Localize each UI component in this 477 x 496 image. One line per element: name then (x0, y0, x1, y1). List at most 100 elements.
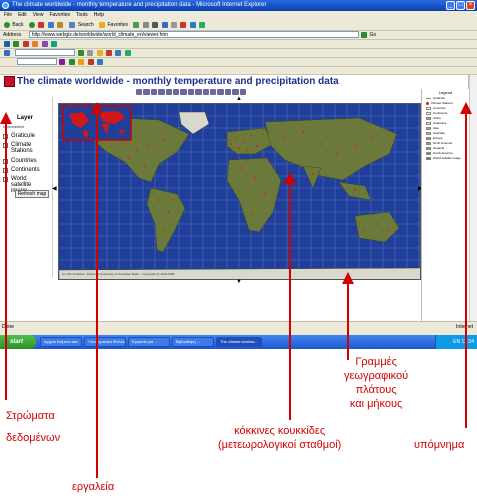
zoom-out-icon[interactable] (143, 89, 150, 95)
yahoo-icon[interactable] (59, 58, 66, 65)
layer-graticule[interactable]: Graticule (3, 133, 35, 139)
overview-map[interactable] (62, 105, 132, 141)
checkbox[interactable] (3, 159, 8, 164)
edit-icon[interactable] (161, 21, 168, 28)
google-search-input[interactable] (15, 49, 76, 57)
menu-help[interactable]: Help (94, 11, 104, 19)
print-map-icon[interactable] (202, 89, 210, 95)
layer-countries[interactable]: Countries (3, 158, 37, 164)
autofill-icon[interactable] (115, 49, 122, 56)
north-america-swatch (426, 141, 431, 145)
pan-south-arrow-icon[interactable]: ▼ (236, 279, 242, 285)
address-input[interactable]: http://www.webgis.de/worldwide/world_cli… (28, 31, 359, 39)
pan-icon[interactable] (150, 89, 158, 95)
bookmarks-icon[interactable] (87, 49, 94, 56)
taskbar-item-active[interactable]: The climate worldw... (216, 337, 262, 347)
history-icon[interactable] (133, 21, 140, 28)
home-icon[interactable] (57, 21, 64, 28)
star-icon[interactable] (99, 21, 106, 28)
forward-arrow-icon[interactable] (28, 21, 35, 28)
toolbar-games2-icon[interactable] (87, 58, 94, 65)
popup-blocker-icon[interactable] (96, 49, 103, 56)
refresh-icon[interactable] (47, 21, 54, 28)
addon-icon[interactable] (180, 21, 187, 28)
google-go-icon[interactable] (77, 49, 84, 56)
clear-icon[interactable] (195, 89, 202, 95)
satellite-swatch (426, 156, 431, 160)
taskbar-item[interactable]: Υπολογιστικά Φύλλα (84, 337, 126, 347)
full-extent-icon[interactable] (158, 89, 165, 95)
toolbar-search-icon[interactable] (13, 40, 20, 47)
toolbar-news-icon[interactable] (22, 40, 29, 47)
query-icon[interactable] (187, 89, 195, 95)
chart-icon[interactable] (239, 89, 247, 95)
taskbar-item[interactable]: Βιβλιοθήκη ... (172, 337, 214, 347)
go-button[interactable]: Go (370, 32, 377, 38)
taskbar-item[interactable]: Εργασία για ... (128, 337, 170, 347)
menu-edit[interactable]: Edit (18, 11, 27, 19)
menu-view[interactable]: View (33, 11, 44, 19)
layer-continents[interactable]: Continents (3, 167, 40, 173)
messenger-icon[interactable] (189, 21, 196, 28)
toolbar-map-icon[interactable] (68, 58, 75, 65)
close-button[interactable]: × (466, 1, 475, 10)
search-icon[interactable] (69, 21, 76, 28)
print-icon[interactable] (152, 21, 159, 28)
taskbar-item[interactable]: Αρχείο Κείμενο.doc (40, 337, 82, 347)
identify-icon[interactable] (165, 89, 173, 95)
toolbar-games-icon[interactable] (41, 40, 48, 47)
legend-item: Australia (426, 131, 469, 135)
layer-panel: Layer vectoractive Graticule Climate Sta… (1, 97, 53, 277)
window-controls: _ □ × (446, 1, 475, 10)
layer-label: Countries (11, 158, 37, 164)
stop-icon[interactable] (38, 21, 45, 28)
select-icon[interactable] (180, 89, 187, 95)
checkbox[interactable] (3, 134, 8, 139)
toolbar-weather-icon[interactable] (32, 40, 39, 47)
vertical-scrollbar[interactable] (469, 75, 477, 321)
world-map[interactable] (58, 103, 421, 280)
zoom-in-icon[interactable] (136, 89, 143, 95)
maximize-button[interactable]: □ (456, 1, 465, 10)
research-icon[interactable] (199, 21, 206, 28)
legend-title: Legend (438, 90, 453, 95)
menu-tools[interactable]: Tools (76, 11, 88, 19)
minimize-button[interactable]: _ (446, 1, 455, 10)
overview-icon[interactable] (217, 89, 224, 95)
mail-icon[interactable] (142, 21, 149, 28)
back-arrow-icon[interactable] (4, 21, 10, 28)
yahoo-search-input[interactable] (17, 58, 57, 66)
back-button[interactable]: Back (12, 22, 23, 28)
favorites-button[interactable]: Favorites (107, 22, 128, 28)
window-title-bar: The climate worldwide - monthly temperat… (0, 0, 477, 11)
hyperlink-icon[interactable] (232, 89, 239, 95)
check-icon[interactable] (105, 49, 112, 56)
layer-climate-stations[interactable]: Climate Stations (3, 142, 47, 154)
toolbar-answers-icon[interactable] (96, 58, 103, 65)
menu-file[interactable]: File (4, 11, 12, 19)
buffer-icon[interactable] (224, 89, 232, 95)
checkbox[interactable] (3, 177, 8, 182)
checkbox[interactable] (3, 168, 8, 173)
measure-icon[interactable] (173, 89, 180, 95)
discuss-icon[interactable] (171, 21, 177, 28)
search-button[interactable]: Search (78, 22, 94, 28)
callout-line: πλάτους (355, 384, 397, 396)
toolbar-rss-icon[interactable] (78, 58, 85, 65)
pan-west-arrow-icon[interactable]: ◀ (52, 185, 57, 192)
pan-north-arrow-icon[interactable]: ▲ (236, 96, 242, 102)
checkbox[interactable] (3, 143, 8, 148)
layer-label: Climate Stations (11, 142, 33, 154)
google-logo-icon (4, 49, 10, 56)
layer-label: Graticule (11, 133, 36, 139)
antarctica-swatch (426, 121, 431, 125)
menu-favorites[interactable]: Favorites (49, 11, 70, 19)
start-button[interactable]: start (0, 335, 36, 349)
go-icon[interactable] (361, 31, 368, 38)
send-icon[interactable] (124, 49, 131, 56)
status-text: Done (2, 324, 14, 330)
help-icon[interactable] (210, 89, 217, 95)
toolbar-mail-icon[interactable] (50, 40, 57, 47)
toolbar-logo-icon[interactable] (4, 40, 10, 47)
refresh-map-button[interactable]: Refresh map (15, 190, 49, 198)
